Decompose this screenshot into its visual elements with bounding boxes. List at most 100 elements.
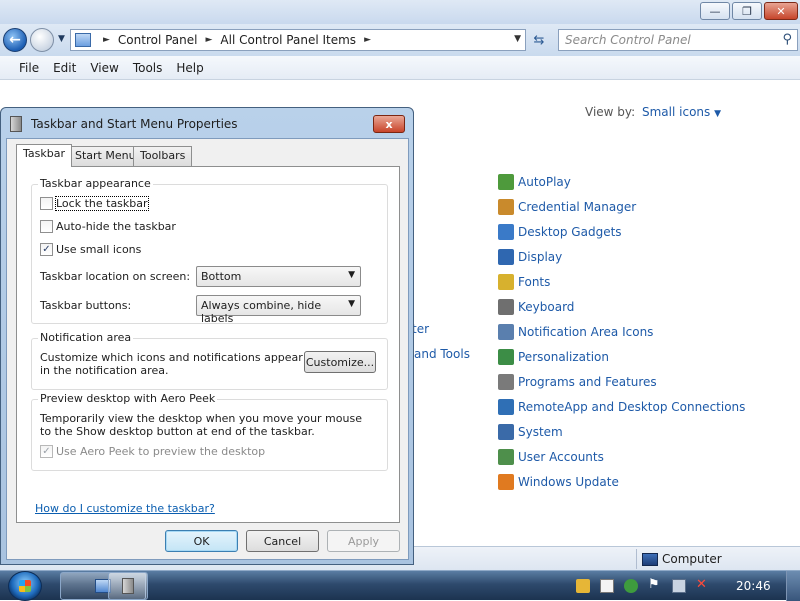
item-keyboard[interactable]: Keyboard	[498, 294, 745, 319]
desktop-gadgets-icon	[498, 223, 514, 240]
breadcrumb-all-items[interactable]: All Control Panel Items	[220, 33, 356, 47]
system-tray: ⚑ ✕ 20:46	[566, 571, 800, 601]
small-icons-checkbox[interactable]: ✓ Use small icons	[40, 243, 141, 256]
clock[interactable]: 20:46	[736, 579, 771, 593]
tray-security-icon[interactable]	[624, 579, 638, 593]
back-arrow-icon: ←	[9, 32, 21, 48]
tray-document-icon[interactable]	[600, 579, 614, 593]
system-icon	[498, 423, 514, 440]
item-remoteapp[interactable]: RemoteApp and Desktop Connections	[498, 394, 745, 419]
menu-tools[interactable]: Tools	[126, 61, 170, 75]
taskbar-properties-icon	[10, 116, 22, 132]
item-personalization[interactable]: Personalization	[498, 344, 745, 369]
group-label: Preview desktop with Aero Peek	[38, 392, 218, 405]
menu-view[interactable]: View	[83, 61, 125, 75]
search-icon[interactable]: ⚲	[782, 32, 792, 47]
item-programs-and-features[interactable]: Programs and Features	[498, 369, 745, 394]
notification-area-icon	[498, 323, 514, 340]
forward-button[interactable]	[30, 28, 54, 52]
autoplay-icon	[498, 173, 514, 190]
location-select[interactable]: Bottom ▼	[196, 266, 361, 287]
dialog-body: Taskbar Start Menu Toolbars Taskbar appe…	[6, 138, 409, 560]
item-system[interactable]: System	[498, 419, 745, 444]
search-placeholder: Search Control Panel	[565, 33, 691, 47]
chevron-right-icon[interactable]: ►	[364, 35, 371, 45]
taskbar-appearance-group: Taskbar appearance Lock the taskbar Auto…	[31, 177, 388, 325]
apply-button: Apply	[327, 530, 400, 552]
notification-description: Customize which icons and notifications …	[40, 351, 303, 377]
address-bar[interactable]: ► Control Panel ► All Control Panel Item…	[70, 29, 526, 51]
chevron-right-icon[interactable]: ►	[103, 35, 110, 45]
restore-icon: ❐	[742, 4, 752, 18]
menu-bar: File Edit View Tools Help	[0, 56, 800, 80]
view-by-label: View by:	[585, 105, 636, 119]
aero-peek-description: Temporarily view the desktop when you mo…	[40, 412, 362, 438]
taskbar-properties-dialog: Taskbar and Start Menu Properties x Task…	[0, 107, 414, 565]
close-icon: x	[385, 117, 393, 131]
keyboard-icon	[498, 298, 514, 315]
menu-file[interactable]: File	[12, 61, 46, 75]
tab-taskbar[interactable]: Taskbar	[16, 144, 72, 167]
control-panel-titlebar[interactable]: — ❐ ✕	[0, 0, 800, 24]
taskbar-properties-button[interactable]	[108, 572, 148, 600]
back-button[interactable]: ←	[3, 28, 27, 52]
start-button[interactable]	[8, 571, 42, 601]
item-notification-area-icons[interactable]: Notification Area Icons	[498, 319, 745, 344]
refresh-button[interactable]: ⇆	[528, 29, 550, 51]
chevron-down-icon: ▼	[714, 109, 722, 119]
dialog-close-button[interactable]: x	[373, 115, 405, 133]
notification-area-group: Notification area Customize which icons …	[31, 331, 388, 390]
ok-button[interactable]: OK	[165, 530, 238, 552]
network-icon[interactable]	[672, 579, 686, 593]
lock-taskbar-checkbox[interactable]: Lock the taskbar	[40, 196, 149, 211]
volume-muted-icon[interactable]: ✕	[696, 577, 710, 592]
chevron-down-icon: ▼	[348, 299, 355, 309]
partial-item-text[interactable]: ter	[412, 322, 429, 336]
navigation-bar: ← ▼ ► Control Panel ► All Control Panel …	[0, 24, 800, 56]
help-link[interactable]: How do I customize the taskbar?	[35, 502, 215, 515]
checkbox-box[interactable]	[40, 220, 53, 233]
partial-item-text[interactable]: and Tools	[414, 347, 470, 361]
checkbox-box[interactable]	[40, 197, 53, 210]
item-windows-update[interactable]: Windows Update	[498, 469, 745, 494]
customize-button[interactable]: Customize...	[304, 351, 376, 373]
autohide-checkbox[interactable]: Auto-hide the taskbar	[40, 220, 176, 233]
buttons-select[interactable]: Always combine, hide labels ▼	[196, 295, 361, 325]
location-label: Taskbar location on screen:	[40, 270, 191, 283]
item-credential-manager[interactable]: Credential Manager	[498, 194, 745, 219]
cancel-button[interactable]: Cancel	[246, 530, 319, 552]
tray-app-icon[interactable]	[576, 579, 590, 593]
action-center-flag-icon[interactable]: ⚑	[648, 577, 662, 592]
chevron-right-icon[interactable]: ►	[206, 35, 213, 45]
restore-button[interactable]: ❐	[732, 2, 762, 20]
checkmark-icon[interactable]: ✓	[40, 243, 53, 256]
close-button[interactable]: ✕	[764, 2, 798, 20]
breadcrumb-control-panel[interactable]: Control Panel	[118, 33, 198, 47]
tab-toolbars[interactable]: Toolbars	[133, 146, 193, 166]
menu-edit[interactable]: Edit	[46, 61, 83, 75]
credential-manager-icon	[498, 198, 514, 215]
item-fonts[interactable]: Fonts	[498, 269, 745, 294]
item-display[interactable]: Display	[498, 244, 745, 269]
computer-icon	[642, 552, 658, 566]
history-dropdown-icon[interactable]: ▼	[58, 34, 65, 44]
item-autoplay[interactable]: AutoPlay	[498, 169, 745, 194]
view-by-dropdown[interactable]: Small icons ▼	[642, 105, 721, 119]
menu-help[interactable]: Help	[169, 61, 210, 75]
display-icon	[498, 248, 514, 265]
taskbar-tab-panel: Taskbar appearance Lock the taskbar Auto…	[16, 166, 400, 523]
item-desktop-gadgets[interactable]: Desktop Gadgets	[498, 219, 745, 244]
tab-start-menu[interactable]: Start Menu	[68, 146, 143, 166]
status-computer: Computer	[642, 552, 722, 566]
minimize-button[interactable]: —	[700, 2, 730, 20]
remoteapp-icon	[498, 398, 514, 415]
status-divider	[636, 549, 637, 569]
windows-update-icon	[498, 473, 514, 490]
programs-and-features-icon	[498, 373, 514, 390]
search-input[interactable]: Search Control Panel ⚲	[558, 29, 798, 51]
address-dropdown-icon[interactable]: ▼	[514, 34, 521, 44]
show-desktop-button[interactable]	[786, 571, 800, 601]
item-user-accounts[interactable]: User Accounts	[498, 444, 745, 469]
aero-peek-group: Preview desktop with Aero Peek Temporari…	[31, 392, 388, 471]
buttons-label: Taskbar buttons:	[40, 299, 132, 312]
